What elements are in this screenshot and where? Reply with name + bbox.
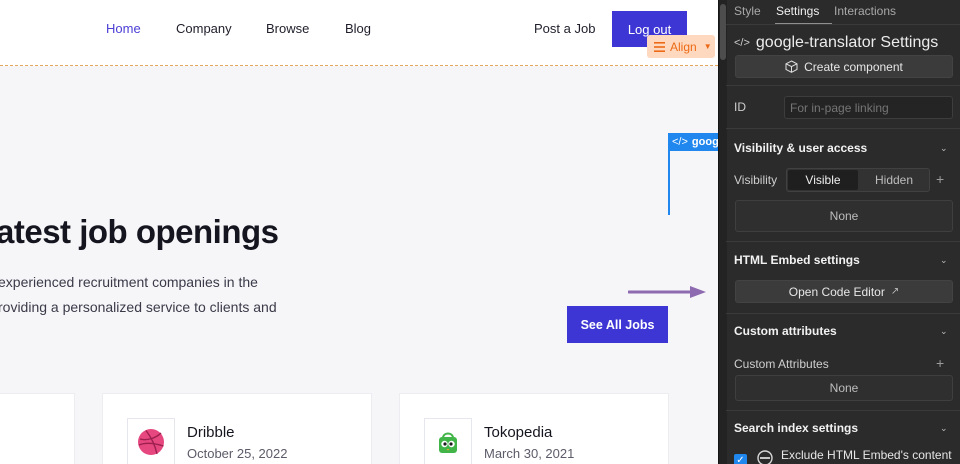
exclude-embed-label: Exclude HTML Embed's content	[781, 448, 952, 462]
search-index-section-heading[interactable]: Search index settings	[734, 421, 858, 435]
chevron-down-icon[interactable]: ⌄	[940, 255, 948, 266]
chevron-down-icon[interactable]: ⌄	[940, 143, 948, 154]
embed-tag-label: googl	[691, 136, 718, 148]
chevron-down-icon[interactable]: ⌄	[940, 423, 948, 434]
scrollbar-thumb[interactable]	[720, 4, 726, 60]
caret-down-icon: ▼	[703, 42, 712, 51]
align-label: Align	[670, 39, 697, 54]
create-component-button[interactable]: Create component	[735, 55, 953, 78]
company-card[interactable]	[0, 393, 75, 464]
company-card-dribble[interactable]: Dribble October 25, 2022	[102, 393, 372, 464]
add-attribute-icon[interactable]: +	[936, 355, 944, 371]
visibility-toggle: Visible Hidden	[786, 168, 930, 192]
panel-scrollbar[interactable]	[719, 0, 727, 464]
custom-attributes-label: Custom Attributes	[734, 357, 829, 371]
see-all-jobs-button[interactable]: See All Jobs	[567, 306, 668, 343]
section-divider	[726, 85, 960, 86]
company-date: March 30, 2021	[484, 446, 575, 461]
custom-attributes-box[interactable]: None	[735, 375, 953, 401]
nav-link-blog[interactable]: Blog	[345, 21, 371, 36]
element-settings-title: google-translator Settings	[755, 34, 939, 51]
section-divider	[726, 241, 960, 242]
create-component-label: Create component	[804, 59, 903, 74]
visibility-visible-option[interactable]: Visible	[788, 170, 858, 190]
tabs-divider	[726, 24, 960, 25]
design-canvas: Home Company Browse Blog Post a Job Log …	[0, 0, 718, 464]
visibility-off-icon	[757, 450, 773, 464]
company-date: October 25, 2022	[187, 446, 288, 461]
tokopedia-logo	[424, 418, 472, 464]
company-name: Dribble	[187, 424, 235, 441]
external-link-icon: ↗	[890, 286, 900, 297]
dribbble-logo	[127, 418, 175, 464]
visibility-conditions-box[interactable]: None	[735, 200, 953, 232]
dribbble-icon	[138, 429, 164, 455]
visibility-label: Visibility	[734, 173, 778, 187]
selection-outline	[668, 151, 670, 215]
html-embed-section-heading[interactable]: HTML Embed settings	[734, 253, 860, 267]
tab-interactions[interactable]: Interactions	[834, 4, 896, 18]
add-visibility-icon[interactable]: +	[936, 171, 944, 187]
align-icon	[654, 41, 665, 52]
tab-style[interactable]: Style	[734, 4, 761, 18]
see-all-jobs-label: See All Jobs	[580, 317, 655, 332]
custom-attributes-none-label: None	[829, 381, 859, 395]
id-field[interactable]	[784, 96, 953, 119]
tokopedia-icon	[439, 432, 457, 453]
nav-link-browse[interactable]: Browse	[266, 21, 309, 36]
custom-attributes-section-heading[interactable]: Custom attributes	[734, 324, 837, 338]
hero-description-line-2: roviding a personalized service to clien…	[0, 299, 277, 315]
nav-link-company[interactable]: Company	[176, 21, 232, 36]
section-divider	[726, 410, 960, 411]
open-code-editor-button[interactable]: Open Code Editor ↗	[735, 280, 953, 303]
visibility-none-label: None	[829, 209, 859, 223]
tab-settings[interactable]: Settings	[776, 4, 819, 18]
cube-icon	[785, 60, 798, 73]
hidden-label: Hidden	[874, 173, 914, 187]
align-control[interactable]: Align ▼	[647, 35, 715, 58]
nav-link-post-job[interactable]: Post a Job	[534, 21, 595, 36]
section-divider	[726, 128, 960, 129]
selected-embed-tag[interactable]: </> googl	[668, 133, 718, 151]
visibility-section-heading[interactable]: Visibility & user access	[734, 141, 867, 155]
element-settings-header: </> google-translator Settings	[734, 34, 938, 52]
hero-description-line-1: experienced recruitment companies in the	[0, 274, 258, 290]
exclude-checkbox[interactable]: ✓	[734, 454, 747, 464]
code-icon: </>	[734, 37, 750, 49]
open-code-editor-label: Open Code Editor	[788, 284, 885, 299]
visible-label: Visible	[805, 173, 841, 187]
company-name: Tokopedia	[484, 424, 553, 441]
chevron-down-icon[interactable]: ⌄	[940, 326, 948, 337]
site-navbar: Home Company Browse Blog Post a Job Log …	[0, 0, 718, 66]
visibility-hidden-option[interactable]: Hidden	[859, 170, 929, 190]
code-icon: </>	[672, 136, 688, 148]
section-divider	[726, 313, 960, 314]
hero-title: atest job openings	[0, 213, 279, 250]
nav-link-home[interactable]: Home	[106, 21, 141, 36]
company-card-tokopedia[interactable]: Tokopedia March 30, 2021	[399, 393, 669, 464]
arrow-right-icon	[628, 286, 706, 298]
id-label: ID	[734, 100, 746, 114]
